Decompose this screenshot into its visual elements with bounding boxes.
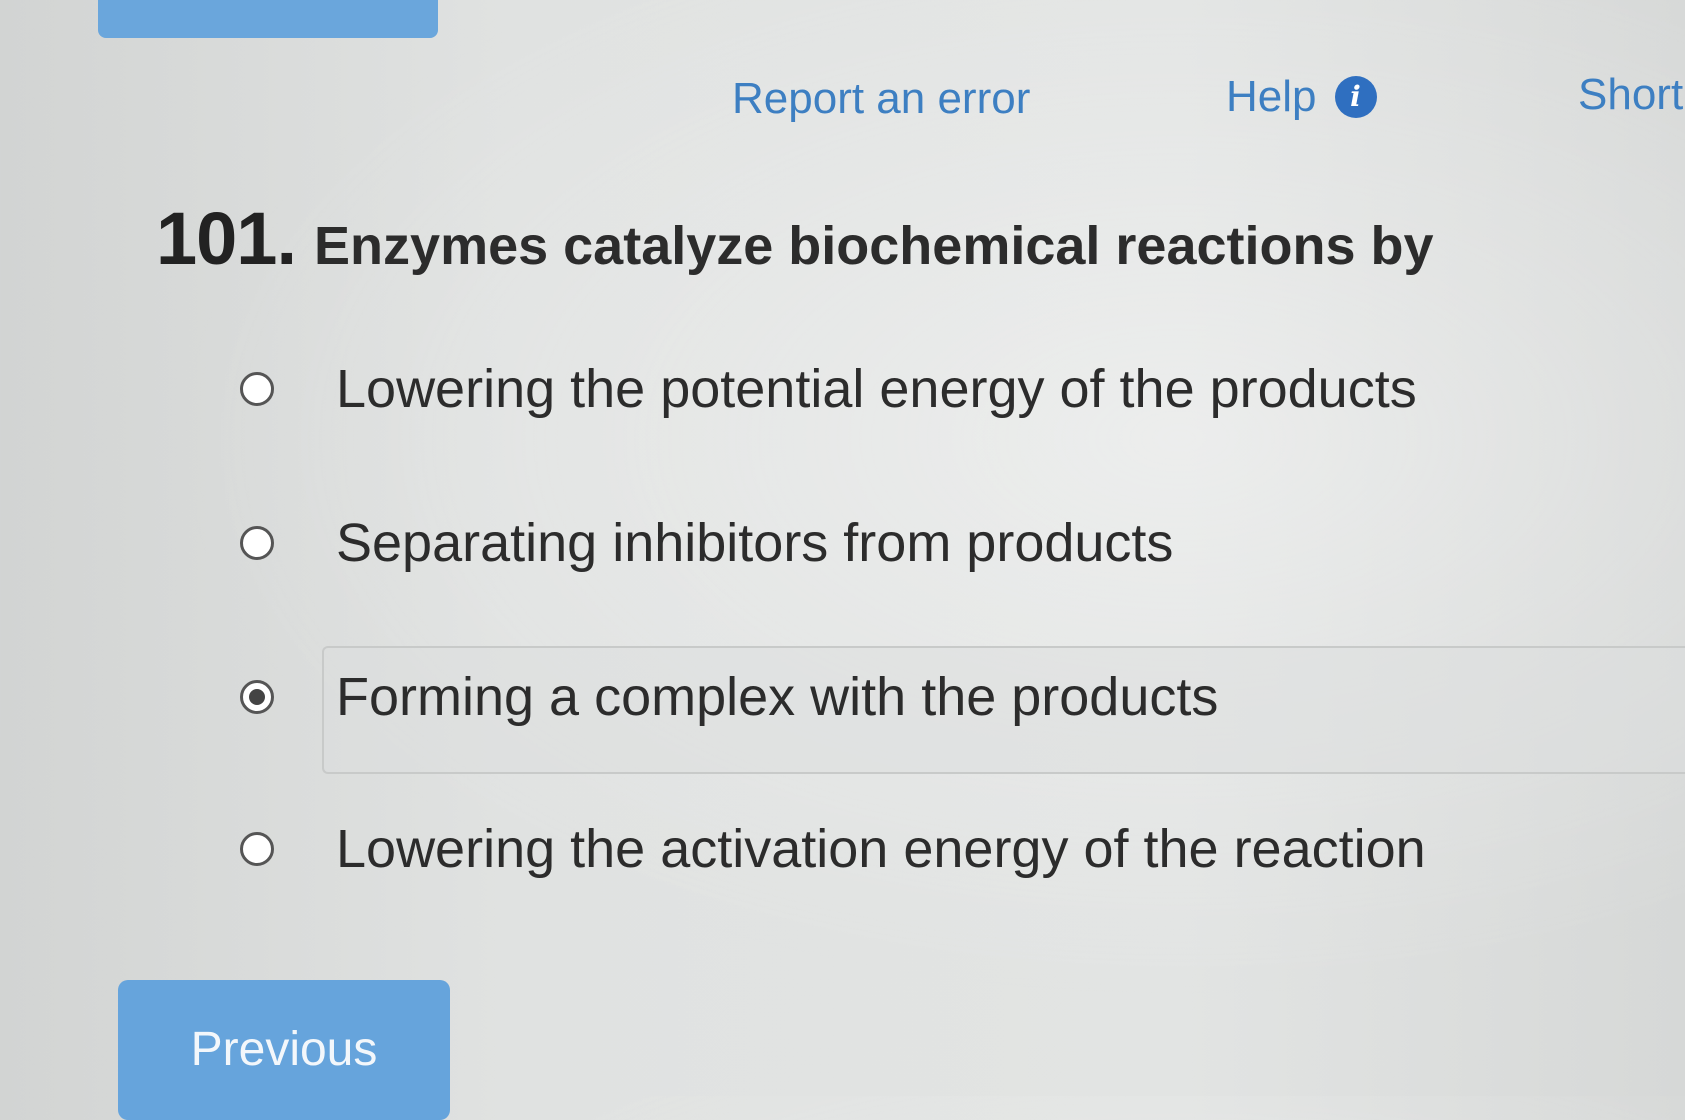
answer-option-label: Lowering the activation energy of the re…	[336, 819, 1426, 879]
answer-option[interactable]: Lowering the activation energy of the re…	[240, 818, 1426, 880]
answer-option[interactable]: Lowering the potential energy of the pro…	[240, 358, 1417, 420]
info-circle-icon: i	[1334, 76, 1377, 118]
answer-option-selected[interactable]: Forming a complex with the products	[240, 666, 1218, 728]
radio-button[interactable]	[240, 832, 274, 866]
radio-button-selected[interactable]	[240, 680, 274, 714]
answer-option-label: Forming a complex with the products	[336, 667, 1219, 727]
top-action-button[interactable]	[98, 0, 438, 38]
radio-button[interactable]	[240, 372, 274, 406]
help-link-label: Help	[1226, 72, 1317, 121]
answer-option-label: Lowering the potential energy of the pro…	[336, 359, 1417, 419]
report-error-link[interactable]: Report an error	[732, 74, 1030, 124]
previous-button[interactable]: Previous	[118, 980, 450, 1120]
question-heading: 101. Enzymes catalyze biochemical reacti…	[156, 196, 1434, 281]
radio-button[interactable]	[240, 526, 274, 560]
answer-option-label: Separating inhibitors from products	[336, 513, 1174, 573]
question-number: 101.	[156, 197, 297, 280]
help-link[interactable]: Help i	[1226, 72, 1377, 122]
top-links-bar: Report an error Help i Short	[0, 70, 1685, 130]
question-text: Enzymes catalyze biochemical reactions b…	[314, 216, 1434, 276]
answer-option[interactable]: Separating inhibitors from products	[240, 512, 1173, 574]
shortcuts-link[interactable]: Short	[1578, 70, 1683, 120]
